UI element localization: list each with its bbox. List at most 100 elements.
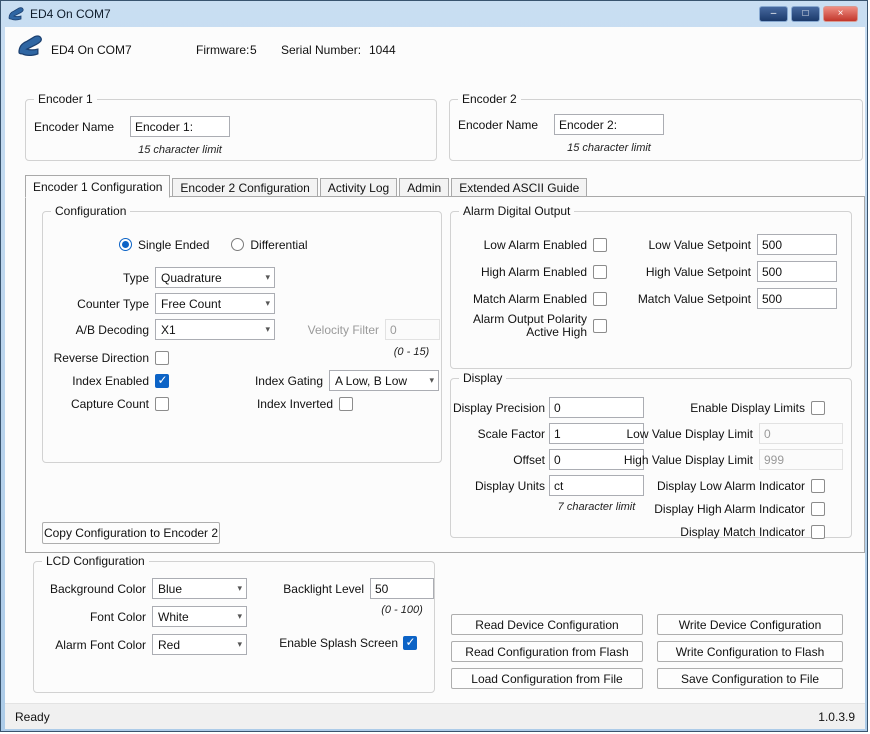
close-button[interactable]: ×	[823, 6, 858, 22]
tab-strip: Encoder 1 Configuration Encoder 2 Config…	[25, 175, 589, 197]
write-device-configuration-button[interactable]: Write Device Configuration	[657, 614, 843, 635]
minimize-icon: –	[771, 9, 777, 19]
type-combobox[interactable]: Quadrature ▾	[155, 267, 275, 288]
maximize-icon: □	[802, 9, 808, 19]
minimize-button[interactable]: –	[759, 6, 788, 22]
display-high-alarm-indicator-checkbox[interactable]	[811, 502, 825, 516]
alarm-polarity-label: Alarm Output PolarityActive High	[459, 313, 587, 339]
high-alarm-enabled-checkbox[interactable]	[593, 265, 607, 279]
lcd-configuration-group-title: LCD Configuration	[42, 554, 149, 568]
reverse-direction-checkbox[interactable]	[155, 351, 169, 365]
enable-splash-screen-checkbox[interactable]	[403, 636, 417, 650]
ab-decoding-label: A/B Decoding	[45, 323, 149, 337]
enable-splash-screen-label: Enable Splash Screen	[276, 636, 398, 650]
encoder2-limit-note: 15 character limit	[546, 142, 672, 154]
counter-type-combobox[interactable]: Free Count ▾	[155, 293, 275, 314]
copy-configuration-button[interactable]: Copy Configuration to Encoder 2	[42, 522, 220, 544]
differential-radio[interactable]	[231, 238, 244, 251]
encoder2-name-input[interactable]	[554, 114, 664, 135]
tab-admin[interactable]: Admin	[399, 178, 449, 197]
write-configuration-to-flash-button[interactable]: Write Configuration to Flash	[657, 641, 843, 662]
low-value-setpoint-input[interactable]	[757, 234, 837, 255]
chevron-down-icon: ▾	[265, 324, 270, 335]
background-color-combobox[interactable]: Blue ▾	[152, 578, 247, 599]
configuration-group-title: Configuration	[51, 204, 130, 218]
counter-type-value: Free Count	[161, 297, 221, 311]
index-gating-label: Index Gating	[253, 374, 323, 388]
read-device-configuration-button[interactable]: Read Device Configuration	[451, 614, 643, 635]
load-configuration-from-file-button[interactable]: Load Configuration from File	[451, 668, 643, 689]
tab-activity-log[interactable]: Activity Log	[320, 178, 397, 197]
match-alarm-enabled-checkbox[interactable]	[593, 292, 607, 306]
single-ended-label: Single Ended	[138, 238, 209, 252]
lcd-configuration-group: LCD Configuration Background Color Blue …	[33, 561, 435, 693]
high-value-setpoint-input[interactable]	[757, 261, 837, 282]
low-alarm-enabled-checkbox[interactable]	[593, 238, 607, 252]
app-logo-icon	[17, 35, 43, 57]
display-high-alarm-indicator-label: Display High Alarm Indicator	[654, 502, 805, 516]
alarm-digital-output-group-title: Alarm Digital Output	[459, 204, 574, 218]
title-bar: ED4 On COM7 – □ ×	[1, 1, 867, 27]
chevron-down-icon: ▾	[237, 583, 242, 594]
ab-decoding-combobox[interactable]: X1 ▾	[155, 319, 275, 340]
alarm-font-color-combobox[interactable]: Red ▾	[152, 634, 247, 655]
font-color-label: Font Color	[38, 610, 146, 624]
backlight-level-input[interactable]	[370, 578, 434, 599]
single-ended-radio[interactable]	[119, 238, 132, 251]
read-configuration-from-flash-button[interactable]: Read Configuration from Flash	[451, 641, 643, 662]
enable-display-limits-checkbox[interactable]	[811, 401, 825, 415]
encoder2-group: Encoder 2 Encoder Name 15 character limi…	[449, 99, 863, 161]
backlight-level-label: Backlight Level	[276, 582, 364, 596]
type-value: Quadrature	[161, 271, 222, 285]
display-low-alarm-indicator-label: Display Low Alarm Indicator	[657, 479, 805, 493]
encoder1-name-label: Encoder Name	[34, 120, 122, 134]
display-group-title: Display	[459, 371, 506, 385]
offset-label: Offset	[451, 453, 545, 467]
save-configuration-to-file-button[interactable]: Save Configuration to File	[657, 668, 843, 689]
tab-extended-ascii-guide[interactable]: Extended ASCII Guide	[451, 178, 587, 197]
app-window: ED4 On COM7 – □ × ED4 On COM7 Firmware: …	[0, 0, 868, 732]
chevron-down-icon: ▾	[265, 272, 270, 283]
status-bar: Ready 1.0.3.9	[5, 703, 865, 729]
status-text: Ready	[15, 710, 50, 724]
capture-count-checkbox[interactable]	[155, 397, 169, 411]
encoder1-group-title: Encoder 1	[34, 92, 97, 106]
chevron-down-icon: ▾	[237, 611, 242, 622]
display-precision-label: Display Precision	[451, 401, 545, 415]
alarm-polarity-label-line1: Alarm Output Polarity	[473, 312, 587, 326]
window-controls: – □ ×	[759, 6, 860, 22]
ab-decoding-value: X1	[161, 323, 176, 337]
index-inverted-label: Index Inverted	[253, 397, 333, 411]
display-low-alarm-indicator-checkbox[interactable]	[811, 479, 825, 493]
high-value-display-limit-label: High Value Display Limit	[624, 453, 753, 467]
index-gating-value: A Low, B Low	[335, 374, 407, 388]
index-enabled-checkbox[interactable]	[155, 374, 169, 388]
encoder2-group-title: Encoder 2	[458, 92, 521, 106]
serial-number-value: 1044	[369, 43, 396, 57]
high-value-setpoint-label: High Value Setpoint	[613, 265, 751, 279]
tab-encoder-2-configuration[interactable]: Encoder 2 Configuration	[172, 178, 317, 197]
encoder1-name-input[interactable]	[130, 116, 230, 137]
firmware-label: Firmware:	[196, 43, 249, 57]
font-color-combobox[interactable]: White ▾	[152, 606, 247, 627]
high-alarm-enabled-label: High Alarm Enabled	[459, 265, 587, 279]
index-gating-combobox[interactable]: A Low, B Low ▾	[329, 370, 439, 391]
maximize-button[interactable]: □	[791, 6, 820, 22]
alarm-polarity-checkbox[interactable]	[593, 319, 607, 333]
velocity-filter-input	[385, 319, 440, 340]
tab-encoder-1-configuration[interactable]: Encoder 1 Configuration	[25, 175, 170, 198]
index-inverted-checkbox[interactable]	[339, 397, 353, 411]
display-match-indicator-checkbox[interactable]	[811, 525, 825, 539]
configuration-group: Configuration Single Ended Differential …	[42, 211, 442, 463]
alarm-digital-output-group: Alarm Digital Output Low Alarm Enabled L…	[450, 211, 852, 369]
scale-factor-label: Scale Factor	[451, 427, 545, 441]
match-value-setpoint-input[interactable]	[757, 288, 837, 309]
display-units-input[interactable]	[549, 475, 644, 496]
encoder2-name-label: Encoder Name	[458, 118, 546, 132]
chevron-down-icon: ▾	[237, 639, 242, 650]
match-alarm-enabled-label: Match Alarm Enabled	[459, 292, 587, 306]
differential-label: Differential	[250, 238, 307, 252]
display-precision-input[interactable]	[549, 397, 644, 418]
display-units-label: Display Units	[451, 479, 545, 493]
background-color-value: Blue	[158, 582, 182, 596]
